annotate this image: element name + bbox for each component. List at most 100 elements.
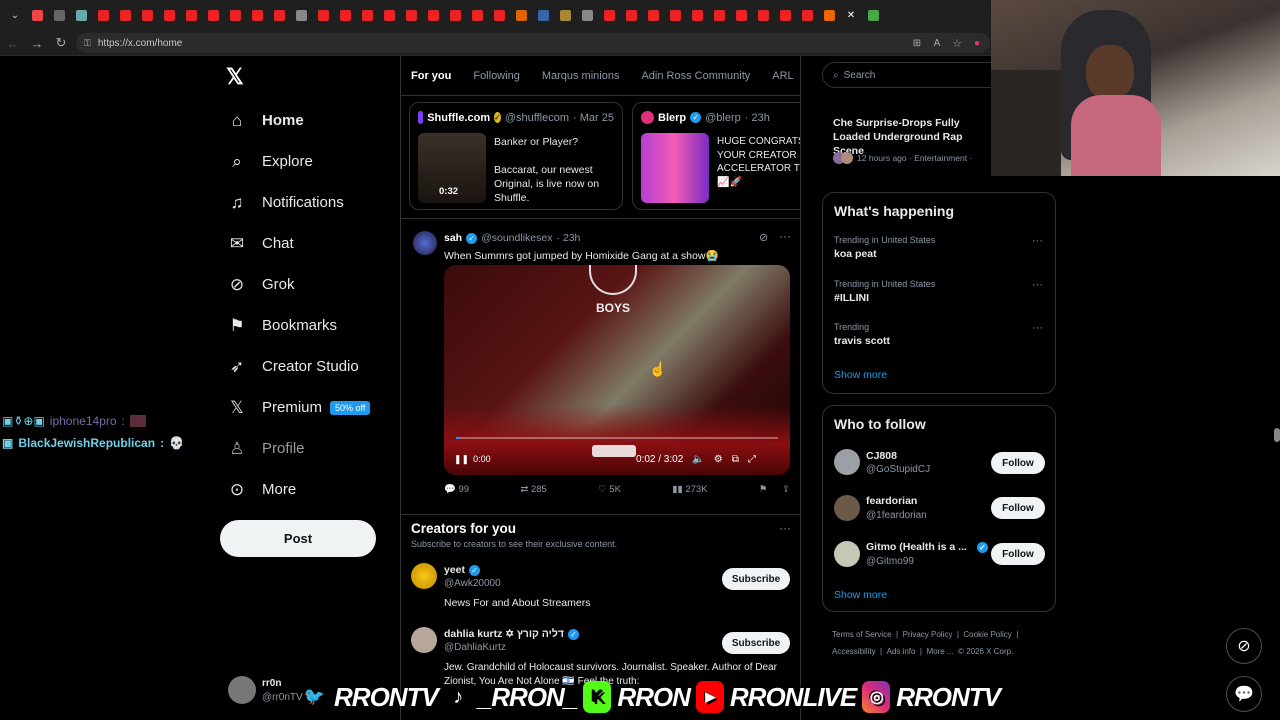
tweet-author-name[interactable]: sah	[444, 232, 462, 244]
url-field[interactable]: ⚿ https://x.com/home	[76, 33, 990, 53]
nav-notifications[interactable]: ♫ Notifications	[226, 182, 396, 223]
nav-grok[interactable]: ⊘ Grok	[226, 264, 396, 305]
read-aloud-icon[interactable]: A	[928, 34, 946, 52]
grok-float-button[interactable]: ⊘	[1226, 628, 1262, 664]
tab-adin-ross-community[interactable]: Adin Ross Community	[641, 70, 750, 82]
tab-favicon[interactable]	[290, 4, 312, 26]
tab-favicon[interactable]	[862, 4, 884, 26]
footer-link-cookie[interactable]: Cookie Policy	[963, 630, 1011, 639]
follow-avatar[interactable]	[834, 495, 860, 521]
follow-handle[interactable]: @1feardorian	[866, 510, 927, 521]
tab-favicon[interactable]	[686, 4, 708, 26]
trend-item[interactable]: Trending in United States #ILLINI	[834, 279, 1044, 304]
creator-handle[interactable]: @DahliaKurtz	[444, 642, 506, 653]
footer-link-terms[interactable]: Terms of Service	[832, 630, 892, 639]
tab-favicon[interactable]	[334, 4, 356, 26]
creator-name[interactable]: dahlia kurtz ✡ דליה קורץ	[444, 628, 564, 640]
follow-button[interactable]: Follow	[991, 543, 1045, 565]
back-icon[interactable]: ←	[4, 34, 22, 52]
tab-close-icon[interactable]: ✕	[840, 4, 862, 26]
repost-button[interactable]: ⇄ 285	[520, 484, 546, 495]
tweet-avatar[interactable]	[413, 231, 437, 255]
site-info-icon[interactable]: ⚿	[84, 38, 91, 49]
follow-avatar[interactable]	[834, 449, 860, 475]
footer-link-more[interactable]: More ...	[926, 647, 953, 656]
app-available-icon[interactable]: ⊞	[908, 34, 926, 52]
subscribe-button[interactable]: Subscribe	[722, 632, 790, 654]
tab-favicon[interactable]	[312, 4, 334, 26]
carousel-card[interactable]: Blerp ✓ @blerp · 23h HUGE CONGRATS YOUR …	[632, 102, 800, 210]
pip-icon[interactable]: ⧉	[732, 454, 739, 465]
video-progress-bar[interactable]	[456, 437, 778, 439]
follow-handle[interactable]: @GoStupidCJ	[866, 464, 930, 475]
carousel-card[interactable]: Shuffle.com ✓ @shufflecom · Mar 25 0:32 …	[409, 102, 623, 210]
tab-favicon[interactable]	[224, 4, 246, 26]
creator-avatar[interactable]	[411, 627, 437, 653]
tab-favicon[interactable]	[268, 4, 290, 26]
card-video-thumbnail[interactable]: 0:32	[418, 133, 486, 203]
trend-item[interactable]: Trending travis scott	[834, 322, 1044, 347]
trend-item[interactable]: Trending in United States koa peat	[834, 235, 1044, 260]
tab-favicon[interactable]	[466, 4, 488, 26]
video-player[interactable]: BOYS ☝ ❚❚ 0:00 0:02 / 3:02 🔈 ⚙ ⧉ ⤢	[444, 265, 790, 475]
bookmark-button[interactable]: ⚑ ⇪	[759, 484, 790, 495]
extension-icon[interactable]: ●	[968, 34, 986, 52]
grok-explain-icon[interactable]: ⊘	[759, 231, 768, 244]
more-options-icon[interactable]: ···	[779, 521, 791, 535]
tab-favicon[interactable]	[730, 4, 752, 26]
fullscreen-icon[interactable]: ⤢	[748, 454, 756, 465]
more-options-icon[interactable]: ···	[779, 229, 791, 243]
follow-name[interactable]: feardorian	[866, 495, 917, 507]
creator-handle[interactable]: @Awk20000	[444, 578, 501, 589]
nav-creator-studio[interactable]: ➶ Creator Studio	[226, 346, 396, 387]
tab-favicon[interactable]	[136, 4, 158, 26]
tab-favicon[interactable]	[202, 4, 224, 26]
tab-favicon[interactable]	[378, 4, 400, 26]
tab-favicon[interactable]	[48, 4, 70, 26]
tab-for-you[interactable]: For you	[411, 70, 451, 82]
tab-favicon[interactable]	[158, 4, 180, 26]
tab-favicon[interactable]	[444, 4, 466, 26]
follow-name[interactable]: Gitmo (Health is a ...	[866, 541, 967, 553]
tab-favicon[interactable]	[180, 4, 202, 26]
tab-favicon[interactable]	[92, 4, 114, 26]
tab-favicon[interactable]	[422, 4, 444, 26]
show-more-link[interactable]: Show more	[834, 369, 887, 381]
tab-favicon[interactable]	[642, 4, 664, 26]
tab-marqus-minions[interactable]: Marqus minions	[542, 70, 620, 82]
mute-icon[interactable]: 🔈	[692, 454, 704, 465]
creator-avatar[interactable]	[411, 563, 437, 589]
tab-favicon[interactable]	[598, 4, 620, 26]
nav-profile[interactable]: ♙ Profile	[226, 428, 396, 469]
settings-gear-icon[interactable]: ⚙	[714, 454, 723, 465]
tab-favicon[interactable]	[708, 4, 730, 26]
pause-icon[interactable]: ❚❚	[454, 454, 469, 465]
news-story[interactable]: Che Surprise-Drops Fully Loaded Undergro…	[822, 90, 990, 182]
subscribe-button[interactable]: Subscribe	[722, 568, 790, 590]
favorite-star-icon[interactable]: ☆	[948, 34, 966, 52]
tab-favicon[interactable]	[664, 4, 686, 26]
reload-icon[interactable]: ↻	[52, 34, 70, 52]
tab-favicon[interactable]	[26, 4, 48, 26]
more-options-icon[interactable]: ···	[1032, 235, 1043, 247]
footer-link-accessibility[interactable]: Accessibility	[832, 647, 876, 656]
post-button[interactable]: Post	[220, 520, 376, 557]
account-avatar[interactable]	[228, 676, 256, 704]
tab-favicon[interactable]	[818, 4, 840, 26]
views-button[interactable]: ▮▮ 273K	[672, 484, 707, 495]
footer-link-ads[interactable]: Ads info	[887, 647, 916, 656]
messages-float-button[interactable]: 💬	[1226, 676, 1262, 712]
reply-button[interactable]: 💬 99	[444, 484, 469, 495]
tab-favicon[interactable]	[114, 4, 136, 26]
forward-icon[interactable]: →	[28, 34, 46, 52]
follow-avatar[interactable]	[834, 541, 860, 567]
tab-favicon[interactable]	[510, 4, 532, 26]
nav-more[interactable]: ⊙ More	[226, 469, 396, 510]
more-options-icon[interactable]: ···	[1032, 322, 1043, 334]
creator-name[interactable]: yeet	[444, 564, 465, 576]
like-button[interactable]: ♡ 5K	[598, 484, 621, 495]
tweet-time[interactable]: · 23h	[556, 232, 580, 244]
card-image-thumbnail[interactable]	[641, 133, 709, 203]
x-logo-icon[interactable]: 𝕏	[226, 64, 244, 90]
tab-favicon[interactable]	[774, 4, 796, 26]
